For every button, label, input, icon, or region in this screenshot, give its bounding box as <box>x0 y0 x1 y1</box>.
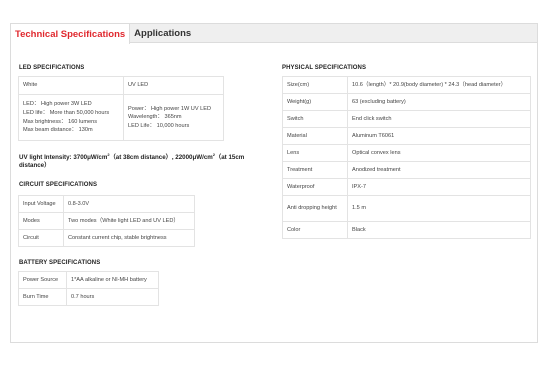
table-cell: Material <box>282 127 348 145</box>
table-cell: IPX-7 <box>347 178 531 196</box>
battery-spec-table: Power Source 1*AA alkaline or NI-MH batt… <box>18 271 159 306</box>
list-item: Max beam distance： 130m <box>23 127 93 134</box>
tab-bar: Technical Specifications Applications <box>11 24 537 44</box>
table-cell: Lens <box>282 144 348 162</box>
table-cell: Weight(g) <box>282 93 348 111</box>
table-cell: Anodized treatment <box>347 161 531 179</box>
list-item: Max brightness： 160 lumens <box>23 118 97 125</box>
table-cell: Treatment <box>282 161 348 179</box>
list-item: LED： High power 3W LED <box>23 101 92 108</box>
table-cell: 63 (excluding battery) <box>347 93 531 111</box>
table-row: Color Black <box>282 221 531 239</box>
table-row: Switch End click switch <box>282 110 531 128</box>
table-row: Anti dropping height 1.5 m <box>282 195 531 222</box>
table-cell: Constant current chip, stable brightness <box>63 229 195 247</box>
table-row: Modes Two modes（White light LED and UV L… <box>18 212 195 230</box>
table-cell: 1*AA alkaline or NI-MH battery <box>66 271 159 289</box>
table-cell: 0.7 hours <box>66 288 159 306</box>
circuit-spec-table: Input Voltage 0.8-3.0V Modes Two modes（W… <box>18 195 195 247</box>
table-cell: Aluminum T6061 <box>347 127 531 145</box>
table-row: Lens Optical convex lens <box>282 144 531 162</box>
list-item: Power： High power 1W UV LED <box>128 105 212 112</box>
table-cell: Power Source <box>18 271 67 289</box>
table-cell: Switch <box>282 110 348 128</box>
table-row: Input Voltage 0.8-3.0V <box>18 195 195 213</box>
tab-applications[interactable]: Applications <box>130 24 195 42</box>
physical-spec-table: Size(cm) 10.6（length）* 20.9(body diamete… <box>282 76 531 239</box>
table-row: Circuit Constant current chip, stable br… <box>18 229 195 247</box>
table-cell: UV LED <box>123 76 224 95</box>
table-row: Size(cm) 10.6（length）* 20.9(body diamete… <box>282 76 531 94</box>
table-cell: Waterproof <box>282 178 348 196</box>
table-cell: 10.6（length）* 20.9(body diameter) * 24.3… <box>347 76 531 94</box>
uv-note-part: （at 38cm distance）, 22000μW/cm <box>109 154 213 162</box>
table-cell: 1.5 m <box>347 195 531 222</box>
table-row: White UV LED <box>18 76 224 95</box>
led-spec-table: White UV LED LED： High power 3W LED LED … <box>18 76 224 141</box>
tab-technical-specifications[interactable]: Technical Specifications <box>11 24 131 44</box>
table-row: Waterproof IPX-7 <box>282 178 531 196</box>
table-row: Material Aluminum T6061 <box>282 127 531 145</box>
table-cell: 0.8-3.0V <box>63 195 195 213</box>
uv-note-part: UV light Intensity: 3700μW/cm <box>19 154 108 162</box>
table-cell: Burn Time <box>18 288 67 306</box>
list-item: LED Life： 10,000 hours <box>128 122 190 129</box>
table-cell: Anti dropping height <box>282 195 348 222</box>
table-row: Treatment Anodized treatment <box>282 161 531 179</box>
table-cell: Circuit <box>18 229 64 247</box>
list-item: LED life： More than 50,000 hours <box>23 109 110 116</box>
table-row: Power Source 1*AA alkaline or NI-MH batt… <box>18 271 159 289</box>
table-cell: Size(cm) <box>282 76 348 94</box>
table-row: Burn Time 0.7 hours <box>18 288 159 306</box>
spec-panel: Technical Specifications Applications LE… <box>10 23 538 343</box>
led-uv-cell: Power： High power 1W UV LED Wavelength： … <box>123 94 224 141</box>
led-spec-title: LED SPECIFICATIONS <box>19 65 85 71</box>
table-cell: Color <box>282 221 348 239</box>
led-white-cell: LED： High power 3W LED LED life： More th… <box>18 94 124 141</box>
uv-intensity-note: UV light Intensity: 3700μW/cm2（at 38cm d… <box>19 152 269 170</box>
list-item: Wavelength： 365nm <box>128 114 182 121</box>
table-cell: Input Voltage <box>18 195 64 213</box>
table-cell: White <box>18 76 124 95</box>
table-cell: End click switch <box>347 110 531 128</box>
table-cell: Optical convex lens <box>347 144 531 162</box>
table-cell: Black <box>347 221 531 239</box>
battery-spec-title: BATTERY SPECIFICATIONS <box>19 260 101 266</box>
table-row: Weight(g) 63 (excluding battery) <box>282 93 531 111</box>
table-cell: Modes <box>18 212 64 230</box>
table-row: LED： High power 3W LED LED life： More th… <box>18 94 224 141</box>
circuit-spec-title: CIRCUIT SPECIFICATIONS <box>19 182 98 188</box>
table-cell: Two modes（White light LED and UV LED） <box>63 212 195 230</box>
physical-spec-title: PHYSICAL SPECIFICATIONS <box>282 65 367 71</box>
